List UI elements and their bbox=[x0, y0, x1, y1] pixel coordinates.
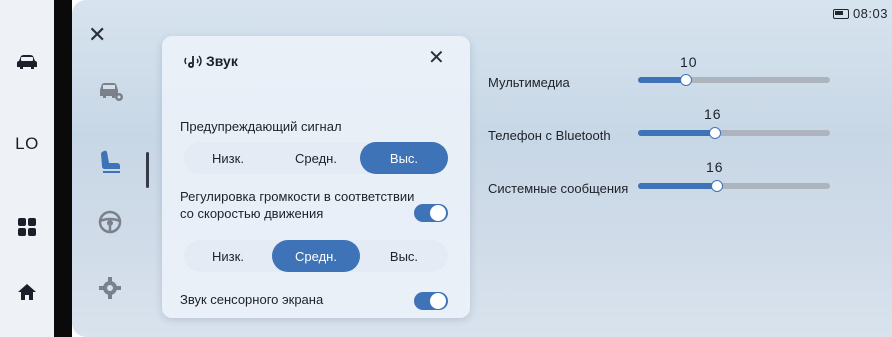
slider-thumb[interactable] bbox=[680, 74, 692, 86]
app-frame: LO 08:03 ✕ Звук ✕ Предупреждающий сигнал… bbox=[0, 0, 892, 337]
settings-screen: 08:03 ✕ Звук ✕ Предупреждающий сигнал Ни… bbox=[72, 0, 892, 337]
slider-thumb[interactable] bbox=[711, 180, 723, 192]
close-panel-button[interactable]: ✕ bbox=[428, 48, 448, 68]
warning-option-high[interactable]: Выс. bbox=[360, 142, 448, 174]
left-rail: LO bbox=[0, 0, 55, 337]
seat-icon[interactable] bbox=[96, 148, 124, 176]
bluetooth-volume-slider[interactable] bbox=[638, 127, 830, 139]
rail-lo-button[interactable]: LO bbox=[7, 124, 47, 164]
apps-grid-icon[interactable] bbox=[7, 207, 47, 247]
speed-option-high[interactable]: Выс. bbox=[360, 240, 448, 272]
system-messages-volume-value: 16 bbox=[706, 159, 724, 175]
multimedia-volume-slider[interactable] bbox=[638, 74, 830, 86]
vehicle-settings-icon[interactable] bbox=[96, 76, 124, 104]
bluetooth-volume-label: Телефон с Bluetooth bbox=[488, 128, 611, 143]
speed-option-low[interactable]: Низк. bbox=[184, 240, 272, 272]
active-category-indicator bbox=[146, 152, 149, 188]
slider-thumb[interactable] bbox=[709, 127, 721, 139]
slider-fill bbox=[638, 130, 715, 136]
multimedia-volume-value: 10 bbox=[680, 54, 698, 70]
bluetooth-volume-value: 16 bbox=[704, 106, 722, 122]
warning-signal-selector: Низк. Средн. Выс. bbox=[184, 142, 448, 174]
car-icon[interactable] bbox=[7, 42, 47, 82]
speed-volume-selector: Низк. Средн. Выс. bbox=[184, 240, 448, 272]
screen-bezel bbox=[54, 0, 72, 337]
warning-option-medium[interactable]: Средн. bbox=[272, 142, 360, 174]
system-messages-volume-slider[interactable] bbox=[638, 180, 830, 192]
warning-signal-label: Предупреждающий сигнал bbox=[180, 119, 342, 134]
close-settings-button[interactable]: ✕ bbox=[88, 24, 110, 46]
speed-volume-toggle[interactable] bbox=[414, 204, 448, 222]
slider-fill bbox=[638, 77, 686, 83]
panel-title: Звук bbox=[206, 53, 238, 69]
warning-option-low[interactable]: Низк. bbox=[184, 142, 272, 174]
home-icon[interactable] bbox=[7, 272, 47, 312]
speed-volume-label-line1: Регулировка громкости в соответствии bbox=[180, 189, 415, 204]
gear-icon[interactable] bbox=[96, 274, 124, 302]
sound-icon bbox=[184, 55, 202, 68]
status-bar: 08:03 bbox=[832, 6, 888, 21]
toggle-knob bbox=[430, 205, 446, 221]
system-messages-volume-label: Системные сообщения bbox=[488, 181, 629, 196]
multimedia-volume-label: Мультимедиа bbox=[488, 75, 570, 90]
touch-sound-toggle[interactable] bbox=[414, 292, 448, 310]
battery-icon bbox=[832, 8, 849, 19]
toggle-knob bbox=[430, 293, 446, 309]
speed-volume-label-line2: со скоростью движения bbox=[180, 206, 324, 221]
touch-sound-label: Звук сенсорного экрана bbox=[180, 292, 324, 307]
sound-settings-panel: Звук ✕ Предупреждающий сигнал Низк. Сред… bbox=[162, 36, 470, 318]
steering-wheel-icon[interactable] bbox=[96, 208, 124, 236]
speed-option-medium[interactable]: Средн. bbox=[272, 240, 360, 272]
clock: 08:03 bbox=[852, 6, 888, 21]
slider-fill bbox=[638, 183, 717, 189]
